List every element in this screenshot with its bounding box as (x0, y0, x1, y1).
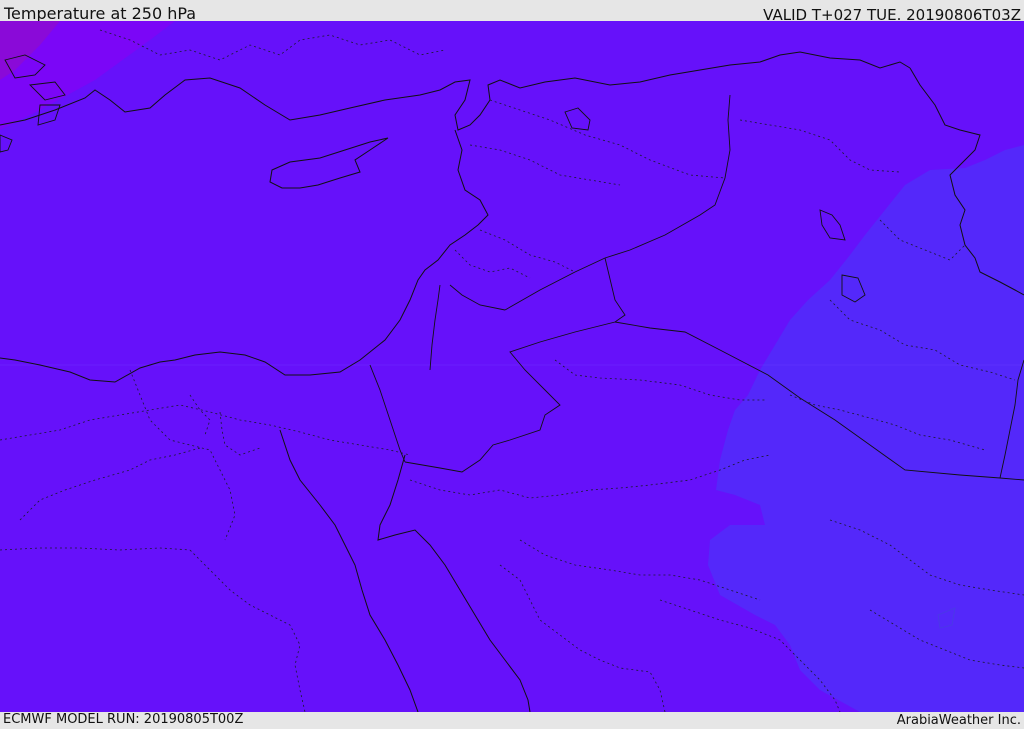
map-frame: Temperature at 250 hPa VALID T+027 TUE. … (0, 0, 1024, 729)
header-bar: Temperature at 250 hPa VALID T+027 TUE. … (0, 0, 1024, 24)
map-canvas (0, 21, 1024, 712)
footer-bar: ECMWF MODEL RUN: 20190805T00Z ArabiaWeat… (0, 712, 1024, 729)
credit-label: ArabiaWeather Inc. (896, 713, 1021, 728)
weather-map[interactable] (0, 21, 1024, 712)
model-run-label: ECMWF MODEL RUN: 20190805T00Z (3, 712, 244, 727)
